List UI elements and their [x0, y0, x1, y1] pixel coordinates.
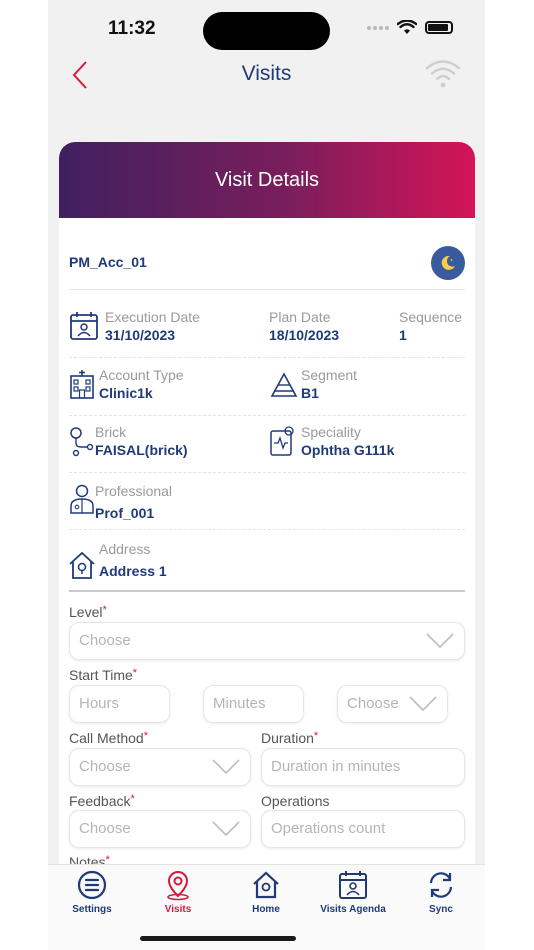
notes-label: Notes* — [69, 854, 110, 864]
operations-input[interactable]: Operations count — [261, 810, 465, 848]
professional-value: Prof_001 — [95, 505, 155, 521]
level-select[interactable]: Choose — [69, 622, 465, 660]
sync-icon — [429, 872, 453, 898]
card-title: Visit Details — [214, 168, 320, 191]
info-row-brick: Brick FAISAL(brick) Speciality Ophtha G1… — [69, 423, 465, 473]
section-divider — [69, 590, 465, 592]
route-pin-icon — [70, 427, 94, 457]
info-row-account: Account Type Clinic1k Segment B1 — [69, 366, 465, 416]
home-icon — [253, 871, 279, 899]
card-header: Visit Details — [59, 142, 475, 218]
home-indicator[interactable] — [140, 936, 296, 941]
execution-date-value: 31/10/2023 — [105, 327, 176, 343]
ampm-select-value: Choose — [347, 695, 399, 712]
tab-visits-label: Visits — [164, 904, 192, 915]
visit-details-card: Visit Details PM_Acc_01 Execution Date 3… — [59, 142, 475, 864]
brick-label: Brick — [95, 424, 127, 440]
app-screen: 11:32 Visits Visit Details PM_Acc_01 Exe… — [48, 0, 485, 950]
moon-icon — [441, 255, 455, 270]
address-value: Address 1 — [99, 563, 167, 579]
location-pin-icon — [167, 871, 189, 901]
tab-settings-label: Settings — [72, 904, 112, 915]
account-type-value: Clinic1k — [99, 385, 153, 401]
feedback-select-value: Choose — [79, 820, 131, 837]
account-row: PM_Acc_01 — [69, 246, 465, 290]
feedback-label: Feedback* — [69, 793, 135, 809]
calendar-icon — [339, 871, 367, 899]
hours-input[interactable]: Hours — [69, 685, 170, 723]
info-row-professional: Professional Prof_001 — [69, 480, 465, 530]
call-method-select[interactable]: Choose — [69, 748, 251, 786]
brick-value: FAISAL(brick) — [95, 442, 188, 458]
speciality-label: Speciality — [301, 424, 361, 440]
call-method-label: Call Method* — [69, 730, 148, 746]
info-row-dates: Execution Date 31/10/2023 Plan Date 18/1… — [69, 308, 465, 358]
speciality-value: Ophtha G111k — [301, 442, 395, 458]
minutes-input[interactable]: Minutes — [203, 685, 304, 723]
tab-visits-agenda-label: Visits Agenda — [320, 904, 386, 915]
tab-home-label: Home — [252, 904, 280, 915]
chevron-down-icon — [426, 633, 454, 649]
plan-date-value: 18/10/2023 — [269, 327, 340, 343]
home-location-icon — [69, 551, 95, 579]
dynamic-island — [203, 12, 330, 50]
professional-label: Professional — [95, 483, 173, 499]
medical-report-icon — [270, 426, 294, 456]
connection-status-button[interactable] — [425, 58, 461, 90]
sequence-value: 1 — [399, 327, 407, 343]
tab-home[interactable]: Home — [226, 869, 306, 915]
level-select-value: Choose — [79, 632, 131, 649]
settings-icon — [77, 870, 107, 900]
feedback-select[interactable]: Choose — [69, 810, 251, 848]
plan-date-label: Plan Date — [269, 309, 331, 325]
cellular-icon — [367, 25, 389, 30]
tab-visits[interactable]: Visits — [138, 869, 218, 915]
battery-icon — [425, 21, 453, 34]
execution-date-label: Execution Date — [105, 309, 200, 325]
level-label: Level* — [69, 604, 107, 620]
sequence-label: Sequence — [399, 309, 463, 325]
wifi-status-icon — [397, 20, 417, 34]
tab-sync[interactable]: Sync — [401, 869, 481, 915]
ampm-select[interactable]: Choose — [337, 685, 448, 723]
info-row-address: Address Address 1 — [69, 540, 465, 590]
calendar-doctor-icon — [70, 312, 98, 340]
doctor-icon — [70, 484, 94, 514]
tab-sync-label: Sync — [429, 904, 453, 915]
status-time: 11:32 — [108, 18, 156, 39]
segment-label: Segment — [301, 367, 358, 383]
tab-visits-agenda[interactable]: Visits Agenda — [313, 869, 393, 915]
duration-label: Duration* — [261, 730, 319, 746]
theme-toggle-button[interactable] — [431, 246, 465, 280]
call-method-select-value: Choose — [79, 758, 131, 775]
address-label: Address — [99, 541, 151, 557]
chevron-down-icon — [212, 821, 240, 837]
account-type-label: Account Type — [99, 367, 184, 383]
start-time-label: Start Time* — [69, 667, 138, 683]
page-title: Visits — [241, 62, 292, 85]
chevron-down-icon — [212, 759, 240, 775]
tab-settings[interactable]: Settings — [52, 869, 132, 915]
pyramid-icon — [270, 372, 298, 397]
status-icons — [367, 20, 453, 35]
wifi-icon — [425, 60, 461, 88]
operations-label: Operations — [261, 793, 330, 809]
duration-input[interactable]: Duration in minutes — [261, 748, 465, 786]
chevron-down-icon — [409, 696, 437, 712]
hospital-building-icon — [70, 370, 94, 399]
account-name: PM_Acc_01 — [69, 254, 147, 270]
segment-value: B1 — [301, 385, 319, 401]
